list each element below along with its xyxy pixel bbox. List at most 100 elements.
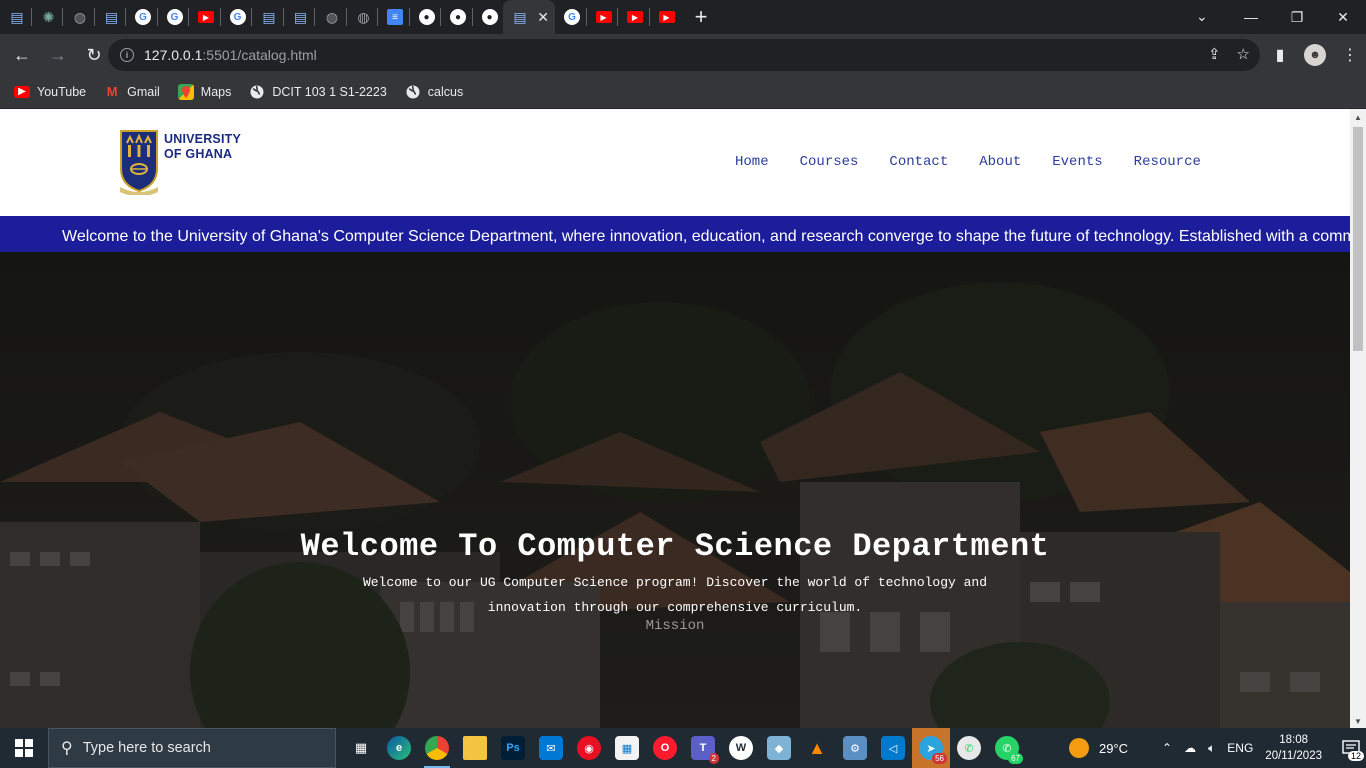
- browser-tab[interactable]: ◍Cc: [315, 0, 346, 34]
- browser-tab[interactable]: ◍Bl: [63, 0, 94, 34]
- taskbar-search-input[interactable]: ⚲ Type here to search: [48, 728, 336, 768]
- bookmark-dcit[interactable]: DCIT 103 1 S1-2223: [249, 84, 387, 100]
- browser-tab[interactable]: ●De: [441, 0, 472, 34]
- menu-dots-icon[interactable]: ⋮: [1334, 39, 1366, 71]
- site-info-icon[interactable]: i: [120, 48, 134, 62]
- chevron-up-icon[interactable]: ⌃: [1162, 741, 1172, 755]
- notifications-icon[interactable]: 12: [1336, 728, 1366, 768]
- mission-link[interactable]: Mission: [0, 618, 1350, 634]
- url-path: :5501/catalog.html: [202, 47, 317, 63]
- youtube-icon: ▶: [658, 11, 675, 23]
- mail-icon[interactable]: ✉: [532, 728, 570, 768]
- minimize-icon[interactable]: —: [1228, 9, 1274, 25]
- nav-courses[interactable]: Courses: [800, 154, 859, 170]
- task-view-icon[interactable]: ▦: [342, 728, 380, 768]
- page-viewport: UNIVERSITY OF GHANA Home Courses Contact…: [0, 109, 1366, 728]
- browser-tab[interactable]: ✺Ch: [32, 0, 63, 34]
- globe-icon: ◍: [73, 8, 87, 25]
- address-bar[interactable]: i 127.0.0.1:5501/catalog.html ⇪ ☆: [108, 39, 1260, 71]
- profile-avatar[interactable]: ☻: [1304, 44, 1326, 66]
- bookmark-maps[interactable]: Maps: [177, 83, 231, 100]
- bookmark-gmail[interactable]: M Gmail: [104, 84, 160, 100]
- language-indicator[interactable]: ENG: [1227, 741, 1253, 755]
- telegram-icon[interactable]: ➤ 56: [912, 728, 950, 768]
- back-arrow-icon[interactable]: ←: [6, 39, 38, 71]
- browser-tab[interactable]: ●W: [410, 0, 441, 34]
- paint-icon[interactable]: ◆: [760, 728, 798, 768]
- control-panel-icon[interactable]: ⚙: [836, 728, 874, 768]
- scroll-down-icon[interactable]: ▼: [1354, 717, 1362, 726]
- tab-active[interactable]: ▤ ✕: [503, 0, 555, 34]
- app-w-icon[interactable]: W: [722, 728, 760, 768]
- scroll-up-icon[interactable]: ▲: [1354, 113, 1362, 122]
- tab-search-icon[interactable]: ⌄: [1196, 8, 1208, 25]
- file-explorer-icon[interactable]: [456, 728, 494, 768]
- bookmarks-bar: ▶ YouTube M Gmail Maps DCIT 103 1 S1-222…: [0, 76, 1366, 108]
- browser-tab[interactable]: ▶(2!: [189, 0, 220, 34]
- globe-icon: ◍: [325, 8, 339, 25]
- restore-icon[interactable]: ❐: [1274, 9, 1320, 26]
- browser-tab[interactable]: ◍CA: [347, 0, 378, 34]
- gmail-icon: M: [106, 84, 118, 99]
- welcome-marquee: Welcome to the University of Ghana's Com…: [0, 216, 1350, 252]
- browser-tab[interactable]: Gba: [158, 0, 189, 34]
- photoshop-icon[interactable]: Ps: [494, 728, 532, 768]
- whatsapp-business-icon[interactable]: ✆ 67: [988, 728, 1026, 768]
- github-icon: ●: [481, 9, 498, 25]
- vlc-icon[interactable]: ▲: [798, 728, 836, 768]
- browser-tab[interactable]: ▶(2: [587, 0, 618, 34]
- browser-tab[interactable]: ▤ec: [95, 0, 126, 34]
- bookmark-star-icon[interactable]: ☆: [1237, 45, 1250, 63]
- network-icon[interactable]: ☁: [1184, 741, 1196, 755]
- nav-events[interactable]: Events: [1052, 154, 1102, 170]
- browser-tab[interactable]: Glin: [221, 0, 252, 34]
- close-tab-icon[interactable]: ✕: [537, 9, 549, 26]
- page-icon: ▤: [10, 8, 24, 25]
- share-icon[interactable]: ⇪: [1208, 45, 1221, 63]
- browser-tab[interactable]: ▶(2!: [618, 0, 649, 34]
- clock[interactable]: 18:08 20/11/2023: [1265, 732, 1322, 764]
- teams-icon[interactable]: T2: [684, 728, 722, 768]
- url-text[interactable]: 127.0.0.1:5501/catalog.html: [144, 47, 317, 63]
- media-app-icon[interactable]: ◉: [570, 728, 608, 768]
- scrollbar-thumb[interactable]: [1353, 127, 1363, 351]
- opera-icon[interactable]: O: [646, 728, 684, 768]
- browser-tab[interactable]: ▤ec: [284, 0, 315, 34]
- browser-tab[interactable]: GGc: [555, 0, 586, 34]
- new-tab-plus-icon[interactable]: +: [686, 0, 716, 34]
- page-scrollbar[interactable]: ▲ ▼: [1350, 109, 1366, 728]
- browser-tab[interactable]: Gug: [126, 0, 157, 34]
- nav-home[interactable]: Home: [735, 154, 769, 170]
- globe-icon: [249, 84, 265, 100]
- chrome-icon[interactable]: [418, 728, 456, 768]
- logo-text: UNIVERSITY OF GHANA: [164, 132, 241, 162]
- nav-about[interactable]: About: [979, 154, 1021, 170]
- browser-tab[interactable]: ▤Ab: [252, 0, 283, 34]
- window-controls: — ❐ ✕: [1228, 0, 1366, 34]
- browser-tab[interactable]: ▤Ev: [0, 0, 31, 34]
- weather-widget[interactable]: 29°C: [1068, 738, 1128, 758]
- forward-arrow-icon[interactable]: →: [42, 39, 74, 71]
- windows-start-icon[interactable]: [0, 728, 48, 768]
- university-logo[interactable]: UNIVERSITY OF GHANA: [118, 129, 241, 195]
- nav-resource[interactable]: Resource: [1134, 154, 1201, 170]
- browser-tab[interactable]: ≡DC: [378, 0, 409, 34]
- bookmark-youtube[interactable]: ▶ YouTube: [14, 85, 86, 99]
- system-tray: 29°C ⌃ ☁ 🔈︎ ENG 18:08 20/11/2023 12: [1068, 728, 1366, 768]
- browser-tab[interactable]: ●Pe: [473, 0, 504, 34]
- marquee-text: Welcome to the University of Ghana's Com…: [62, 228, 1350, 245]
- whatsapp-icon[interactable]: ✆: [950, 728, 988, 768]
- main-nav: Home Courses Contact About Events Resour…: [735, 154, 1201, 170]
- whatsapp-badge: 67: [1008, 753, 1023, 764]
- side-panel-icon[interactable]: ▮: [1264, 39, 1296, 71]
- close-window-icon[interactable]: ✕: [1320, 9, 1366, 26]
- vscode-icon[interactable]: ◁: [874, 728, 912, 768]
- volume-icon[interactable]: 🔈︎: [1208, 741, 1215, 756]
- store-icon[interactable]: ▦: [608, 728, 646, 768]
- nav-contact[interactable]: Contact: [889, 154, 948, 170]
- edge-icon[interactable]: e: [380, 728, 418, 768]
- bookmark-calcus[interactable]: calcus: [405, 84, 463, 100]
- browser-tab[interactable]: ▶(2: [650, 0, 681, 34]
- reload-icon[interactable]: ↻: [78, 39, 110, 71]
- search-placeholder: Type here to search: [82, 740, 211, 756]
